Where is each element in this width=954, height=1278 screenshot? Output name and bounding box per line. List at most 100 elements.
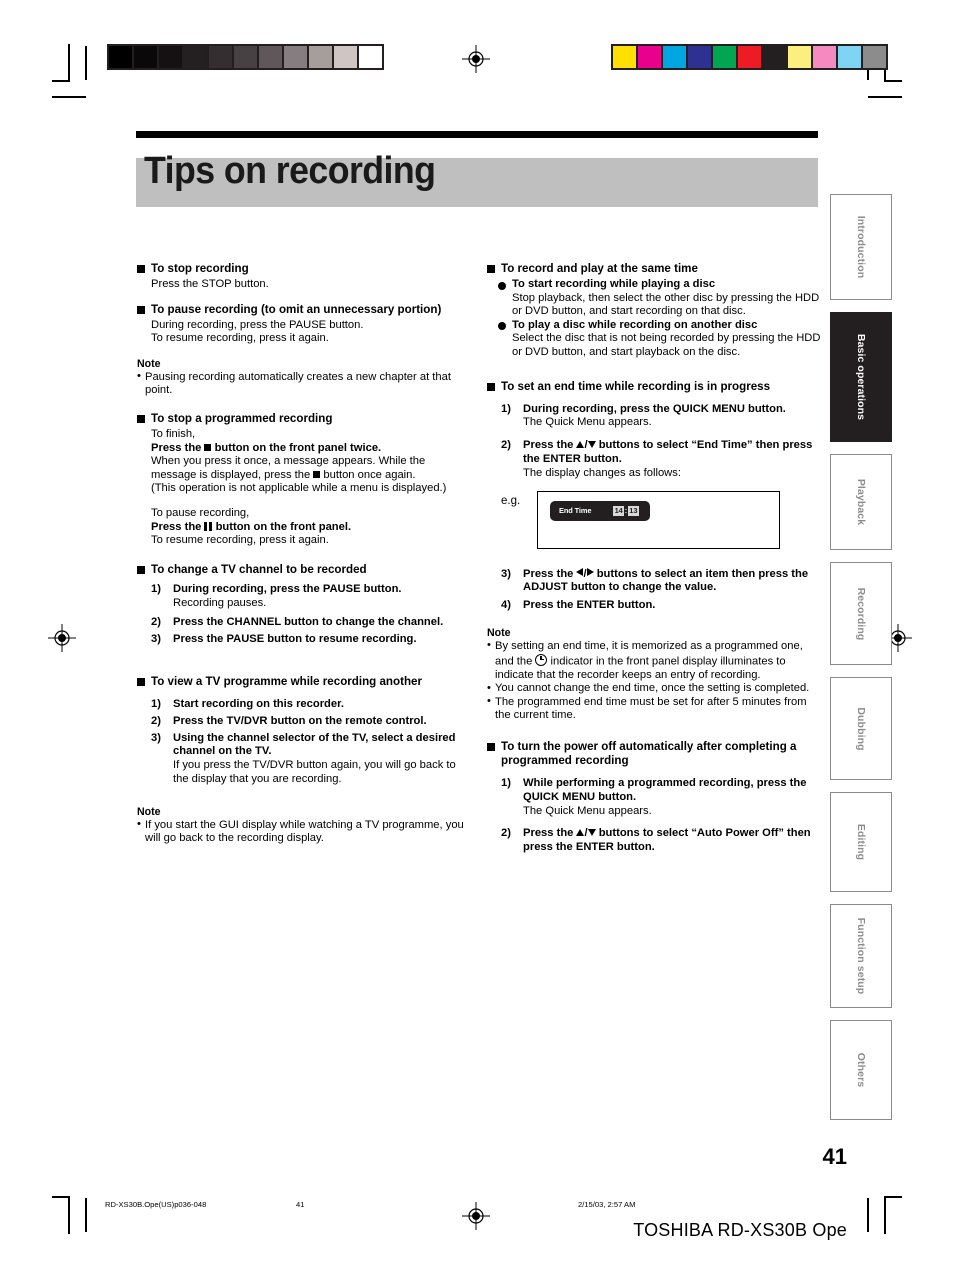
grayscale-patch [309, 46, 334, 68]
grayscale-patch [234, 46, 259, 68]
index-tab-introduction[interactable]: Introduction [830, 194, 892, 300]
step-lead: Press the ENTER button. [523, 599, 656, 612]
step-lead: During recording, press the PAUSE button… [173, 582, 402, 595]
osd-minutes-value: 13 [627, 505, 639, 516]
osd-time-group: 14 : 13 [613, 504, 639, 518]
index-tab-dubbing[interactable]: Dubbing [830, 677, 892, 780]
arrow-down-icon [587, 440, 596, 448]
step-lead: Press the TV/DVR button on the remote co… [173, 714, 427, 727]
subheading-play-while-recording: To play a disc while recording on anothe… [498, 319, 822, 333]
heading-pause-recording: To pause recording (to omit an unnecessa… [137, 303, 467, 317]
body-stop-recording: Press the STOP button. [151, 278, 269, 290]
message-appears-tail: button once again. [323, 468, 416, 481]
step-number: 3) [151, 633, 161, 646]
section-set-end-time: To set an end time while recording is in… [487, 380, 822, 723]
stop-square-icon-2 [313, 470, 321, 478]
figure-end-time-display: e.g. End Time 14 : 13 [501, 490, 822, 557]
index-tab-label: Basic operations [855, 333, 867, 421]
step-lead-a: Press the [523, 567, 574, 580]
stop-square-icon [204, 443, 212, 451]
press-pause-tail: button on the front panel. [215, 520, 352, 533]
index-tab-others[interactable]: Others [830, 1020, 892, 1120]
step-view-tv-3: 3) Using the channel selector of the TV,… [137, 732, 467, 787]
section-view-tv-while-recording: To view a TV programme while recording a… [137, 675, 467, 846]
heading-stop-recording: To stop recording [137, 262, 467, 276]
index-tab-playback[interactable]: Playback [830, 454, 892, 550]
side-index-tabs: Introduction Basic operations Playback Reco… [830, 194, 892, 1132]
color-patch [738, 46, 763, 68]
color-patch [613, 46, 638, 68]
footer-timestamp: 2/15/03, 2:57 AM [578, 1200, 636, 1209]
body-to-pause-recording: To pause recording, [151, 506, 250, 519]
footer-page-label: 41 [296, 1200, 305, 1209]
document-page: Tips on recording To stop recording Pres… [0, 0, 954, 1278]
step-number: 4) [501, 599, 511, 612]
crop-mark-bottom-left-v [68, 1196, 70, 1234]
note-item-view-tv-1: If you start the GUI display while watch… [137, 818, 467, 846]
index-tab-recording[interactable]: Recording [830, 562, 892, 665]
step-lead: Using the channel selector of the TV, se… [173, 731, 456, 758]
footer-brand: TOSHIBA RD-XS30B Ope [633, 1220, 847, 1240]
index-tab-label: Recording [855, 587, 867, 640]
osd-end-time-bar: End Time 14 : 13 [550, 500, 650, 521]
section-record-and-play: To record and play at the same time To s… [487, 262, 822, 360]
heading-change-tv-channel: To change a TV channel to be recorded [137, 563, 467, 577]
osd-hours-value: 14 [613, 505, 625, 516]
note-heading-end-time: Note [487, 626, 511, 639]
crop-mark-bottom-left-h [52, 1196, 70, 1198]
step-auto-power-off-1: 1) While performing a programmed recordi… [487, 777, 822, 818]
grayscale-patch [209, 46, 234, 68]
body-press-stop-twice: Press the button on the front panel twic… [137, 442, 467, 456]
color-patch [713, 46, 738, 68]
step-end-time-1: 1) During recording, press the QUICK MEN… [487, 403, 822, 431]
index-tab-basic-operations[interactable]: Basic operations [830, 312, 892, 442]
step-lead: During recording, press the QUICK MENU b… [523, 402, 786, 415]
crop-mark-top-right-h [884, 80, 902, 82]
body-resume-recording: To resume recording, press it again. [151, 534, 329, 547]
step-change-channel-3: 3) Press the PAUSE button to resume reco… [137, 633, 467, 647]
step-sub: Recording pauses. [173, 596, 267, 609]
grayscale-patch [359, 46, 382, 68]
press-the-label-2: Press the [151, 520, 202, 533]
page-number: 41 [822, 1144, 847, 1169]
left-column: To stop recording Press the STOP button.… [137, 262, 467, 857]
index-tab-function-setup[interactable]: Function setup [830, 904, 892, 1008]
step-number: 1) [151, 697, 161, 710]
color-control-bar [611, 44, 888, 70]
clock-timer-icon [535, 653, 548, 666]
heading-view-tv-programme: To view a TV programme while recording a… [137, 675, 467, 689]
press-the-label-1: Press the [151, 441, 202, 454]
page-title-band: Tips on recording [136, 150, 818, 207]
color-patch [638, 46, 663, 68]
step-number: 2) [501, 439, 511, 452]
step-number: 1) [501, 402, 511, 415]
grayscale-patch [159, 46, 184, 68]
color-patch [838, 46, 863, 68]
grayscale-patch [109, 46, 134, 68]
color-patch [763, 46, 788, 68]
crop-mark-bottom-right-h [884, 1196, 902, 1198]
note-item-pause-1: Pausing recording automatically creates … [137, 370, 467, 398]
index-tab-label: Playback [855, 478, 867, 526]
heading-stop-programmed: To stop a programmed recording [137, 412, 467, 426]
registration-mark-top [462, 45, 490, 73]
step-lead-a: Press the [523, 439, 574, 452]
step-view-tv-2: 2) Press the TV/DVR button on the remote… [137, 715, 467, 729]
right-column: To record and play at the same time To s… [487, 262, 822, 866]
crop-mark-top-left-h2 [52, 96, 86, 98]
step-end-time-3: 3) Press the / buttons to select an item… [487, 568, 822, 596]
registration-mark-bottom [462, 1202, 490, 1230]
section-pause-recording: To pause recording (to omit an unnecessa… [137, 303, 467, 398]
step-number: 3) [151, 731, 161, 744]
registration-mark-left [48, 624, 76, 652]
heading-auto-power-off: To turn the power off automatically afte… [487, 740, 822, 768]
crop-mark-bottom-right-v2 [867, 1198, 869, 1232]
step-change-channel-2: 2) Press the CHANNEL button to change th… [137, 616, 467, 630]
step-auto-power-off-2: 2) Press the / buttons to select “Auto P… [487, 827, 822, 855]
index-tab-label: Others [855, 1052, 867, 1088]
step-lead: Press the PAUSE button to resume recordi… [173, 633, 417, 646]
index-tab-editing[interactable]: Editing [830, 792, 892, 892]
section-auto-power-off: To turn the power off automatically afte… [487, 740, 822, 855]
color-patch [863, 46, 886, 68]
